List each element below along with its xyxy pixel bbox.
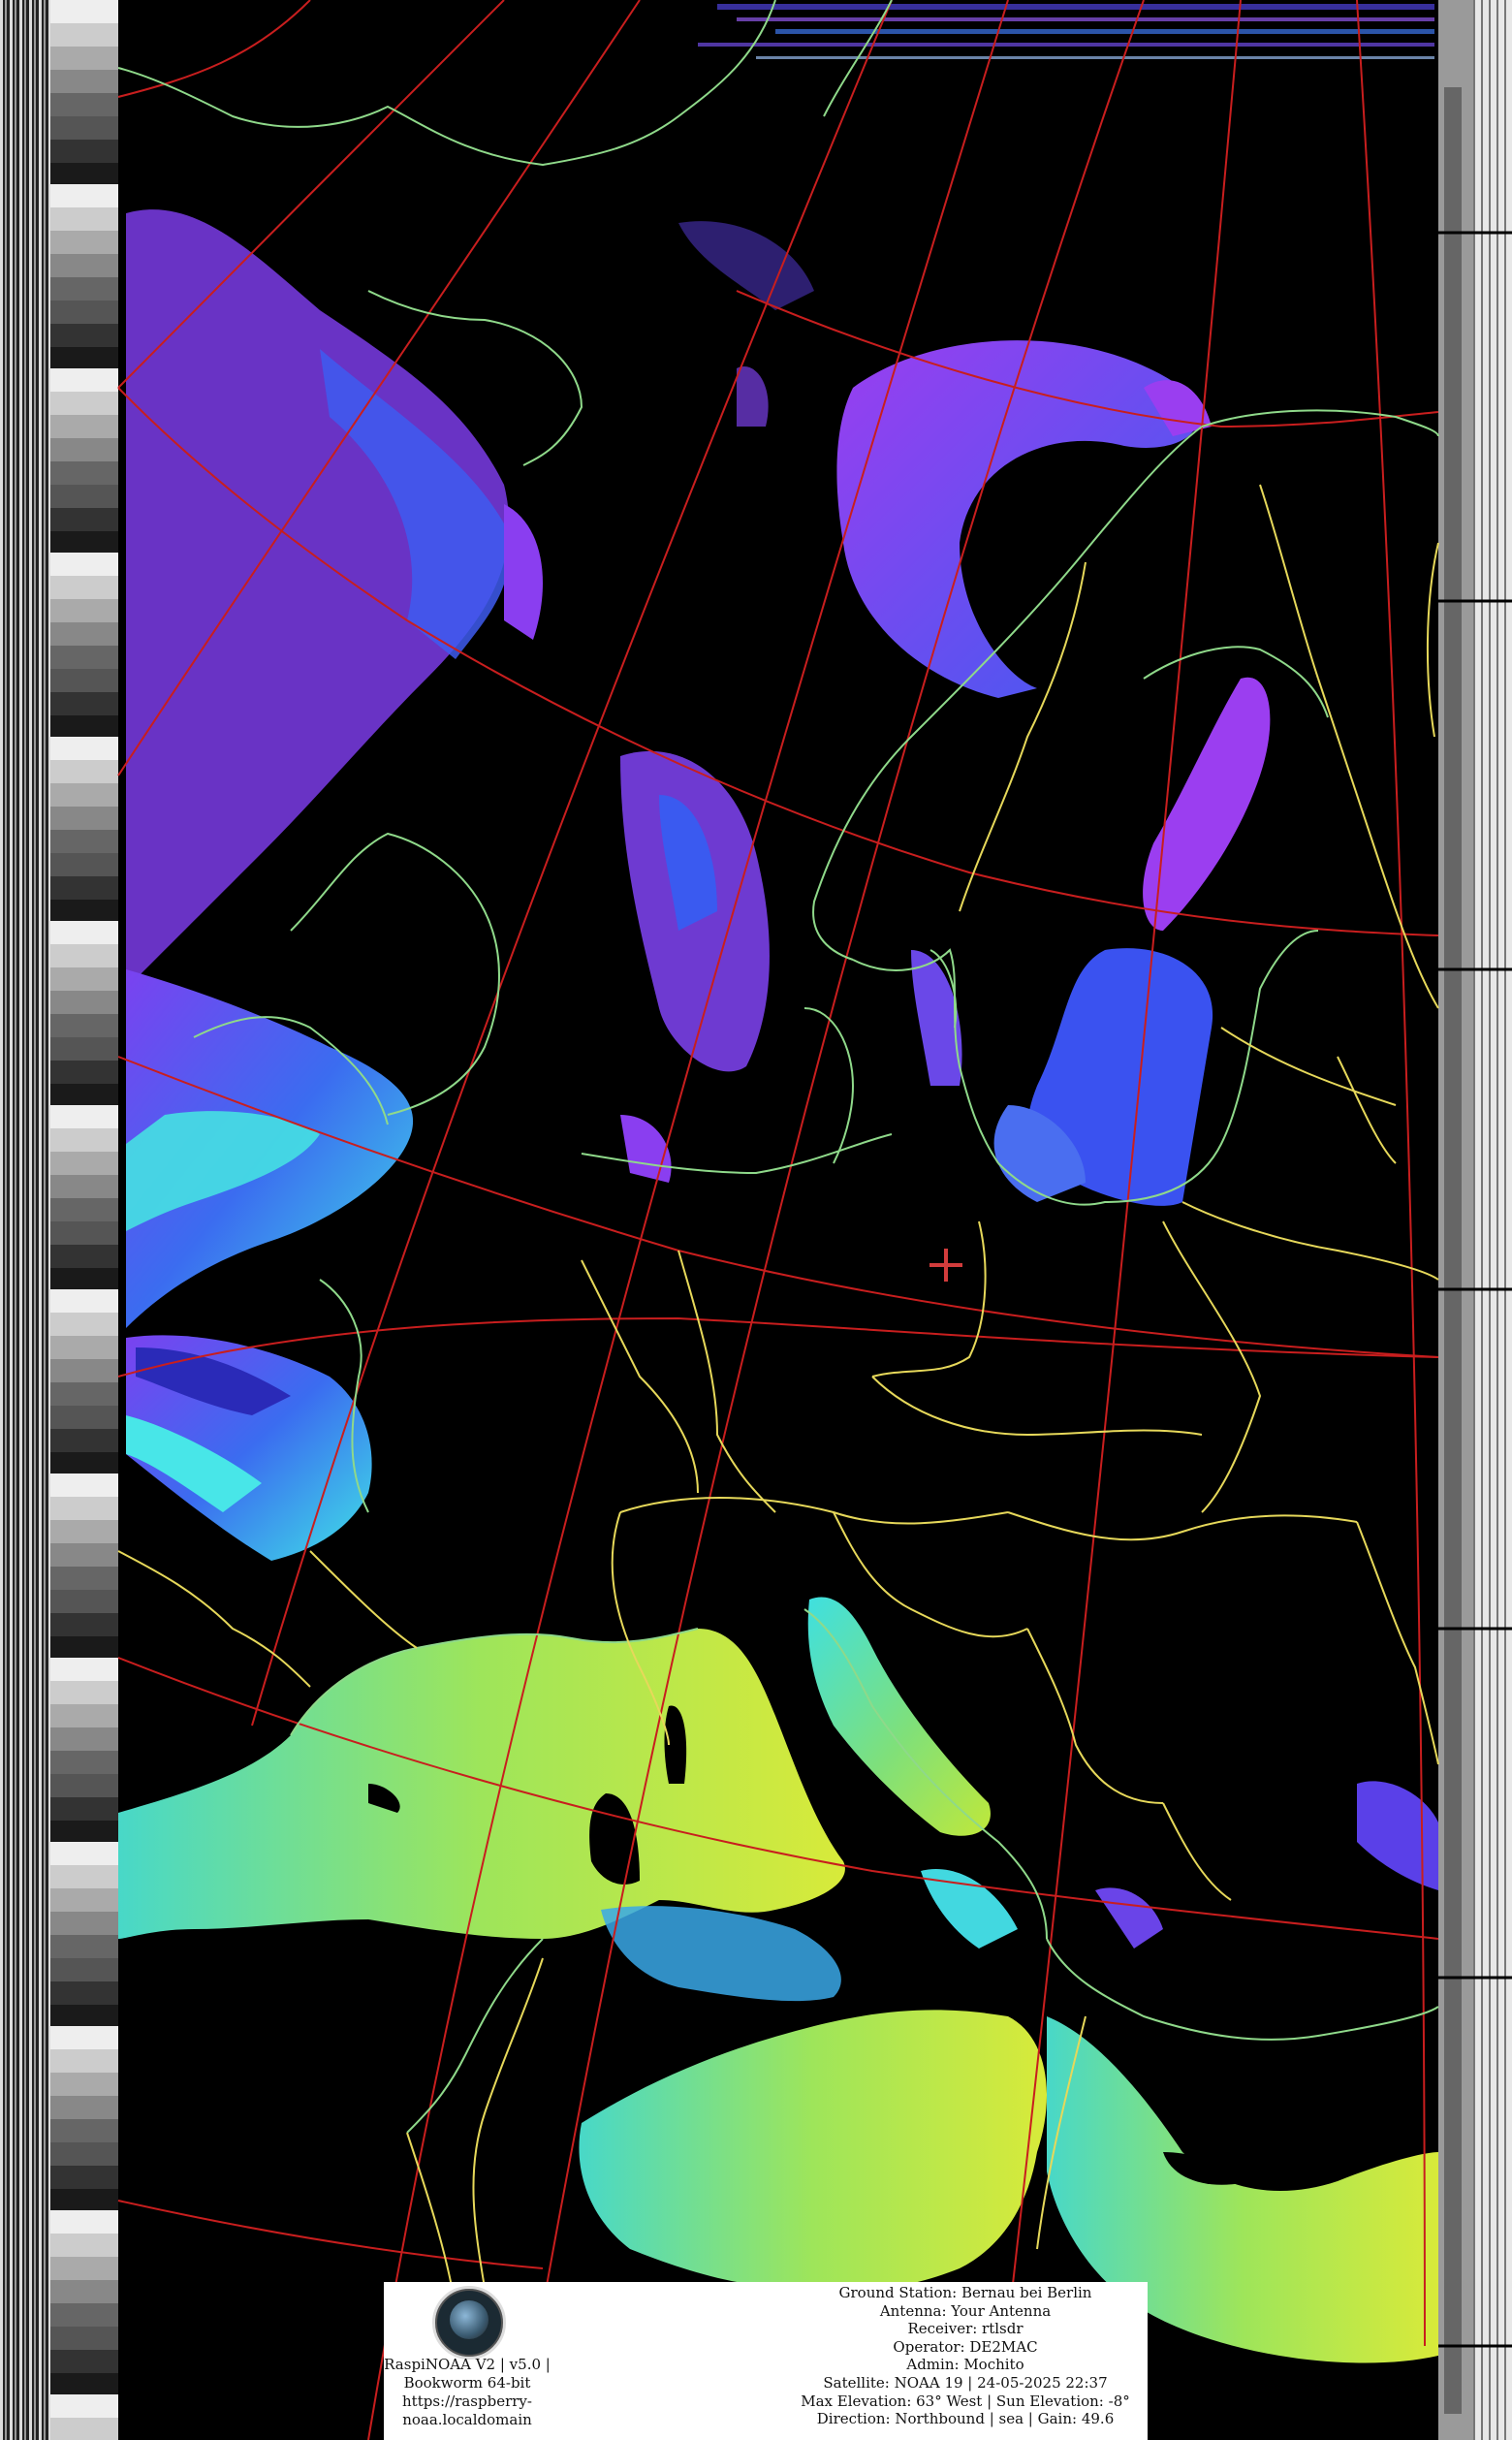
satellite-image (0, 0, 1512, 2440)
ground-station-line: Ground Station: Bernau bei Berlin (838, 2284, 1092, 2301)
software-line: https://raspberry- (402, 2392, 532, 2410)
operator-line: Operator: DE2MAC (893, 2337, 1038, 2356)
info-footer: RaspiNOAA V2 | v5.0 | Bookworm 64-bit ht… (384, 2282, 1148, 2440)
direction-line: Direction: Northbound | sea | Gain: 49.6 (816, 2410, 1115, 2428)
antenna-line: Antenna: Your Antenna (879, 2301, 1052, 2320)
elevation-line: Max Elevation: 63° West | Sun Elevation:… (801, 2392, 1130, 2410)
sync-strip-left (0, 0, 50, 2440)
software-info: RaspiNOAA V2 | v5.0 | Bookworm 64-bit ht… (380, 2356, 554, 2429)
satellite-line: Satellite: NOAA 19 | 24-05-2025 22:37 (823, 2373, 1108, 2392)
software-line: noaa.localdomain (402, 2411, 532, 2428)
telemetry-strip-left (50, 0, 118, 2440)
software-line: RaspiNOAA V2 | v5.0 | (384, 2356, 551, 2373)
admin-line: Admin: Mochito (906, 2356, 1024, 2374)
pass-info: Ground Station: Bernau bei Berlin Antenn… (791, 2284, 1140, 2428)
software-line: Bookworm 64-bit (403, 2374, 531, 2392)
raspinoaa-logo-icon (432, 2286, 506, 2360)
receiver-line: Receiver: rtlsdr (907, 2320, 1024, 2338)
sync-strip-right (1473, 0, 1512, 2440)
